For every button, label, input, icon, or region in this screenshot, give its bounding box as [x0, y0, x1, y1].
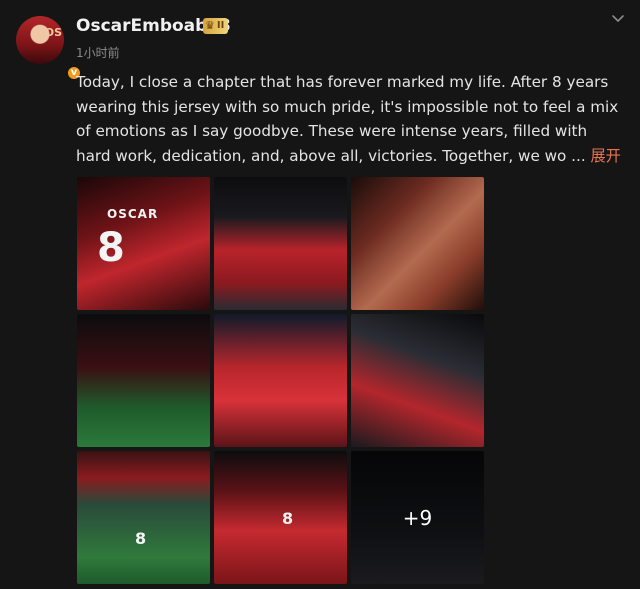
photo-9[interactable]: +9 [351, 451, 484, 584]
photo-1[interactable]: OSCAR 8 [77, 177, 210, 310]
photo-3[interactable] [351, 177, 484, 310]
photo-7[interactable]: 8 [77, 451, 210, 584]
avatar-text: OS [44, 26, 62, 39]
photo-grid: OSCAR 8 8 8 +9 [77, 177, 484, 584]
post-text: Today, I close a chapter that has foreve… [76, 70, 622, 168]
post-timestamp[interactable]: 1小时前 [76, 44, 120, 61]
chevron-down-icon[interactable] [610, 10, 626, 26]
photo-6[interactable] [351, 314, 484, 447]
crown-icon: ♛ [205, 19, 215, 32]
vip-level: II [216, 20, 225, 31]
more-photos-overlay[interactable]: +9 [351, 451, 484, 584]
expand-link[interactable]: 展开 [590, 147, 620, 165]
avatar[interactable]: OS v [16, 16, 82, 81]
photo-5[interactable] [214, 314, 347, 447]
shirt-number: 8 [135, 529, 147, 548]
photo-2[interactable] [214, 177, 347, 310]
photo-4[interactable] [77, 314, 210, 447]
post-body: Today, I close a chapter that has foreve… [76, 73, 619, 165]
vip-badge[interactable]: ♛ II [203, 18, 229, 34]
shirt-number: 8 [97, 225, 125, 271]
more-photos-count: +9 [402, 505, 433, 530]
photo-8[interactable]: 8 [214, 451, 347, 584]
shirt-name: OSCAR [107, 207, 159, 221]
shirt-number: 8 [282, 509, 294, 528]
